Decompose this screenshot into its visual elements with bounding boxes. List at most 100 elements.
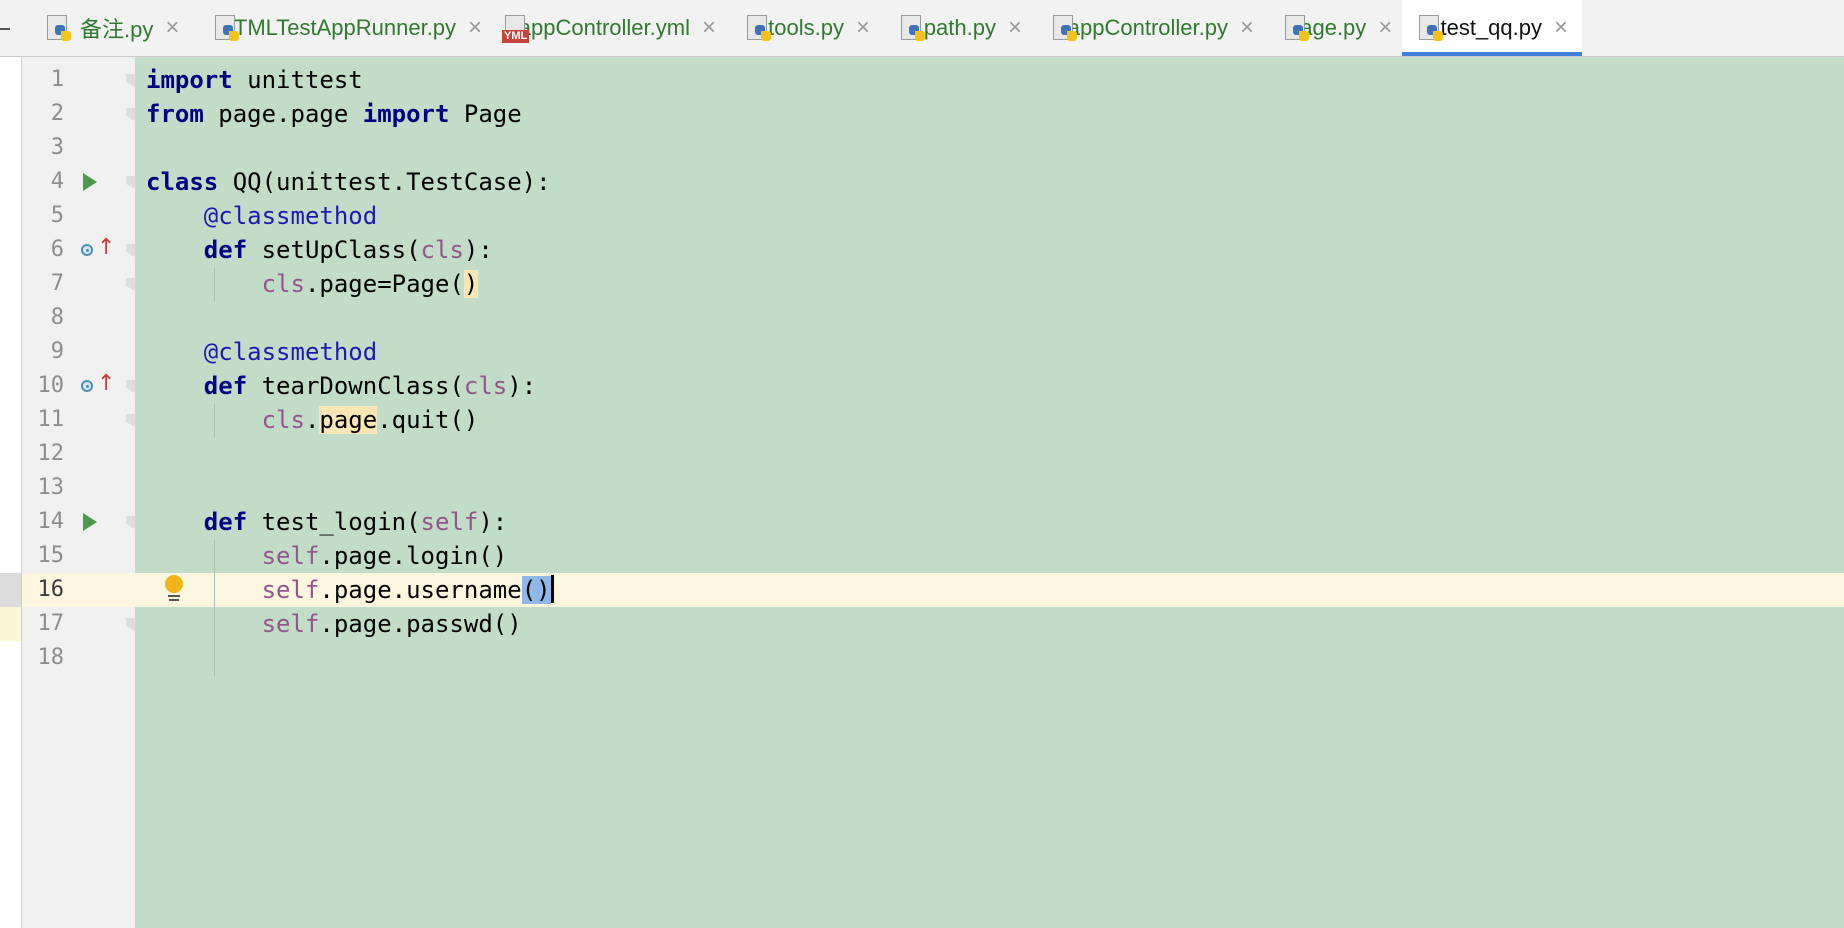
up-arrow-icon: ↑ bbox=[97, 235, 116, 260]
fold-marker[interactable] bbox=[126, 176, 135, 189]
override-icon[interactable]: ↑ bbox=[81, 373, 115, 397]
tab-label: path.py bbox=[923, 15, 996, 40]
tab-py[interactable]: 备注.py × bbox=[30, 0, 198, 56]
fold-marker[interactable] bbox=[126, 244, 135, 257]
tab-htmltestapprunner-py[interactable]: HTMLTestAppRunner.py × bbox=[198, 0, 488, 56]
code-line[interactable]: 12 bbox=[0, 437, 1844, 471]
code-line[interactable]: 6 ↑ def setUpClass(cls): bbox=[0, 233, 1844, 267]
fold-marker[interactable] bbox=[126, 380, 135, 393]
code-text: self.page.username() bbox=[146, 573, 554, 607]
code-text: def setUpClass(cls): bbox=[146, 233, 493, 267]
code-line[interactable]: 7 cls.page=Page() bbox=[0, 267, 1844, 301]
line-number: 15 bbox=[37, 543, 65, 568]
token: .page.passwd() bbox=[319, 610, 522, 638]
token-self: cls bbox=[463, 372, 508, 400]
tab-page-py[interactable]: page.py × bbox=[1268, 0, 1402, 56]
token: .page.username bbox=[319, 576, 522, 604]
code-line[interactable]: 9 @classmethod bbox=[0, 335, 1844, 369]
fold-marker[interactable] bbox=[126, 108, 135, 121]
override-icon[interactable]: ↑ bbox=[81, 237, 115, 261]
token: tearDownClass( bbox=[247, 372, 464, 400]
fold-marker[interactable] bbox=[126, 516, 135, 529]
python-file-icon bbox=[44, 12, 74, 44]
line-number: 10 bbox=[37, 373, 65, 398]
code-line[interactable]: 11 cls.page.quit() bbox=[0, 403, 1844, 437]
code-text: cls.page=Page() bbox=[146, 267, 479, 301]
line-number: 1 bbox=[50, 67, 64, 92]
fold-marker[interactable] bbox=[126, 278, 135, 291]
breakpoint-ring-icon bbox=[81, 244, 93, 256]
line-number: 8 bbox=[50, 305, 64, 330]
yml-badge: YML bbox=[502, 30, 530, 43]
token-kw: def bbox=[203, 372, 248, 400]
close-icon[interactable]: × bbox=[1240, 16, 1254, 40]
token-self: cls bbox=[261, 406, 305, 434]
code-line[interactable]: 16 self.page.username() bbox=[0, 573, 1844, 607]
code-text: @classmethod bbox=[146, 335, 377, 369]
token-self: self bbox=[261, 576, 320, 604]
close-icon[interactable]: × bbox=[1554, 16, 1568, 40]
run-icon[interactable] bbox=[83, 513, 97, 531]
token: ): bbox=[507, 372, 537, 400]
close-icon[interactable]: × bbox=[1008, 16, 1022, 40]
tab-label: 备注.py bbox=[80, 17, 154, 42]
line-number: 9 bbox=[50, 339, 64, 364]
code-line[interactable]: 14 def test_login(self): bbox=[0, 505, 1844, 539]
token-self: cls bbox=[420, 236, 464, 264]
close-icon[interactable]: × bbox=[1378, 16, 1392, 40]
tab-tools-py[interactable]: tools.py × bbox=[730, 0, 884, 56]
tab-appcontroller-py[interactable]: appController.py × bbox=[1036, 0, 1268, 56]
code-line[interactable]: 2 from page.page import Page bbox=[0, 97, 1844, 131]
fold-marker[interactable] bbox=[126, 74, 135, 87]
close-icon[interactable]: × bbox=[165, 16, 179, 40]
tab-test-qq-py[interactable]: test_qq.py × bbox=[1402, 0, 1582, 56]
code-line[interactable]: 3 bbox=[0, 131, 1844, 165]
line-number: 2 bbox=[50, 101, 64, 126]
token-kw: def bbox=[203, 508, 248, 536]
token-hl-warm: ) bbox=[463, 270, 479, 298]
line-number: 7 bbox=[50, 271, 64, 296]
tab-label: test_qq.py bbox=[1440, 15, 1542, 40]
code-text: from page.page import Page bbox=[146, 97, 522, 131]
editor-tabs: 备注.py × HTMLTestAppRunner.py × YML appControl… bbox=[30, 0, 1582, 56]
run-icon[interactable] bbox=[83, 173, 97, 191]
close-icon[interactable]: × bbox=[856, 16, 870, 40]
close-icon[interactable]: × bbox=[702, 16, 716, 40]
up-arrow-icon: ↑ bbox=[97, 371, 116, 396]
change-strip-marker bbox=[0, 607, 21, 641]
fold-marker[interactable] bbox=[126, 414, 135, 427]
tab-appcontroller-yml[interactable]: YML appController.yml × bbox=[488, 0, 730, 56]
code-line[interactable]: 13 bbox=[0, 471, 1844, 505]
line-number: 13 bbox=[37, 475, 65, 500]
code-line[interactable]: 4 class QQ(unittest.TestCase): bbox=[0, 165, 1844, 199]
code-line[interactable]: 1 import unittest bbox=[0, 63, 1844, 97]
code-text: class QQ(unittest.TestCase): bbox=[146, 165, 551, 199]
token-deco: @classmethod bbox=[203, 338, 378, 366]
fold-marker[interactable] bbox=[126, 618, 135, 631]
yaml-file-icon: YML bbox=[502, 12, 530, 44]
text-caret bbox=[550, 575, 554, 603]
code-line[interactable]: 5 @classmethod bbox=[0, 199, 1844, 233]
python-file-icon bbox=[744, 12, 771, 44]
code-text: def test_login(self): bbox=[146, 505, 507, 539]
token-deco: @classmethod bbox=[203, 202, 378, 230]
indent-guide bbox=[214, 268, 215, 302]
code-text: cls.page.quit() bbox=[146, 403, 478, 437]
code-line[interactable]: 18 bbox=[0, 641, 1844, 675]
close-icon[interactable]: × bbox=[468, 16, 482, 40]
editor-tab-bar: 备注.py × HTMLTestAppRunner.py × YML appControl… bbox=[0, 0, 1844, 57]
code-line[interactable]: 8 bbox=[0, 301, 1844, 335]
line-number: 12 bbox=[37, 441, 65, 466]
token-self: self bbox=[420, 508, 479, 536]
code-line[interactable]: 15 self.page.login() bbox=[0, 539, 1844, 573]
code-text: self.page.passwd() bbox=[146, 607, 522, 641]
tab-label: tools.py bbox=[768, 15, 844, 40]
code-line[interactable]: 17 self.page.passwd() bbox=[0, 607, 1844, 641]
token: ): bbox=[478, 508, 508, 536]
tab-path-py[interactable]: path.py × bbox=[884, 0, 1036, 56]
tab-overflow-dash-icon[interactable] bbox=[0, 28, 10, 30]
code-line[interactable]: 10 ↑ def tearDownClass(cls): bbox=[0, 369, 1844, 403]
